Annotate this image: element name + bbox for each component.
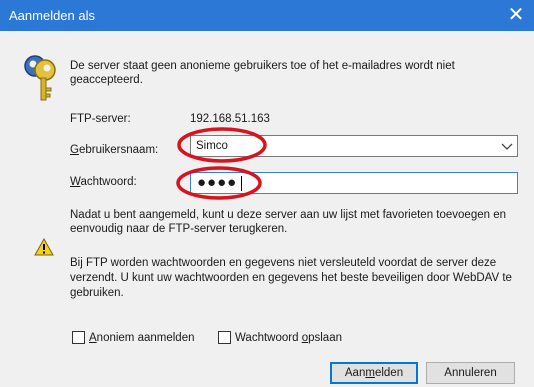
password-label: Wachtwoord: [70, 176, 137, 188]
favorites-info: Nadat u bent aangemeld, kunt u deze serv… [70, 209, 506, 235]
password-label-text: achtwoord: [80, 176, 137, 188]
save-password-text-after: pslaan [308, 331, 342, 344]
login-button[interactable]: Aanmelden [330, 362, 418, 384]
close-button[interactable]: ✕ [498, 0, 534, 31]
text-caret [241, 176, 242, 191]
anonymous-login-option[interactable]: Anoniem aanmelden [72, 331, 195, 344]
password-accel: W [70, 176, 81, 188]
username-label: Gebruikersnaam: [70, 144, 158, 156]
save-password-option[interactable]: Wachtwoord opslaan [218, 331, 342, 344]
username-combobox[interactable]: Simco [190, 135, 518, 157]
window-title: Aanmelden als [9, 8, 95, 23]
password-value: ●●●● [197, 174, 238, 191]
login-text-after: elden [374, 367, 404, 379]
anonymous-login-checkbox[interactable] [72, 331, 85, 344]
save-password-text-before: Wachtwoord [235, 331, 302, 344]
cancel-button[interactable]: Annuleren [426, 362, 515, 384]
username-value: Simco [196, 140, 228, 152]
password-field[interactable]: ●●●● [190, 172, 518, 194]
anonymous-label-text: noniem aanmelden [96, 331, 195, 344]
login-accel: m [365, 367, 375, 379]
username-accel: G [70, 144, 79, 156]
title-bar: Aanmelden als ✕ [0, 0, 534, 31]
save-password-checkbox[interactable] [218, 331, 231, 344]
ftp-server-value: 192.168.51.163 [190, 113, 270, 125]
anonymous-login-label: Anoniem aanmelden [89, 332, 195, 344]
keys-icon [24, 55, 56, 101]
ftp-server-label: FTP-server: [70, 113, 131, 125]
username-label-text: ebruikersnaam: [78, 144, 159, 156]
save-password-label: Wachtwoord opslaan [235, 332, 342, 344]
chevron-down-icon[interactable] [501, 141, 513, 151]
anonymous-accel: A [89, 331, 97, 344]
server-message: De server staat geen anonieme gebruikers… [70, 60, 455, 86]
security-info: Bij FTP worden wachtwoorden en gegevens … [70, 257, 512, 299]
login-text-before: Aan [344, 367, 366, 379]
warning-icon [34, 238, 54, 256]
